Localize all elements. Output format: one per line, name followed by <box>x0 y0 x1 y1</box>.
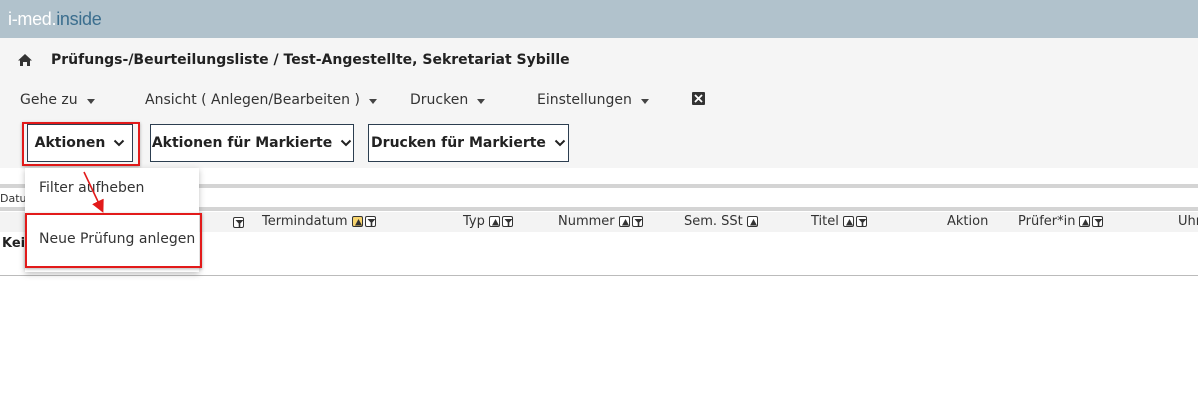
annotation-arrow-icon <box>83 171 104 213</box>
